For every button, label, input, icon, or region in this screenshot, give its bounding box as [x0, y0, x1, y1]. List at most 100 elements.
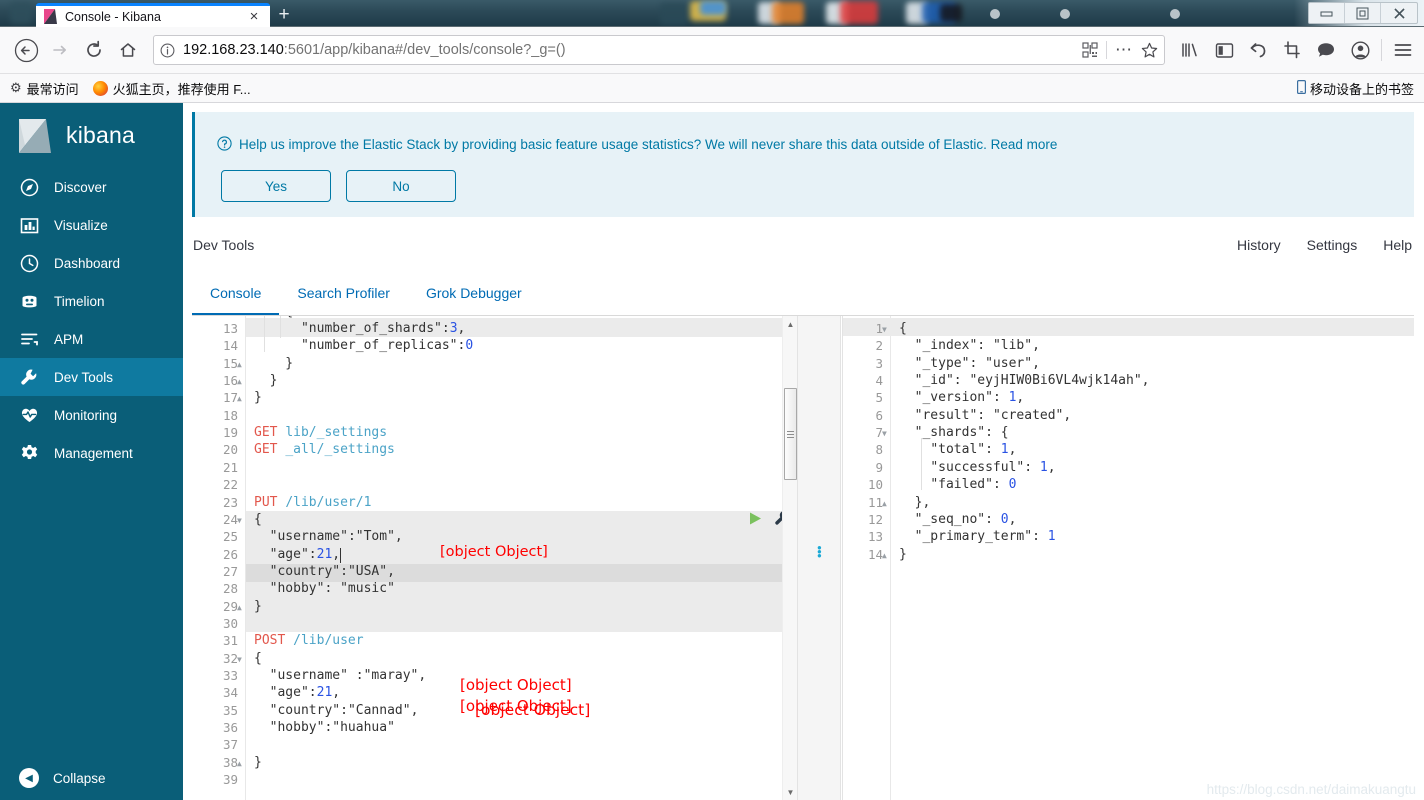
apm-icon: [19, 329, 40, 350]
tab-search-profiler[interactable]: Search Profiler: [279, 271, 408, 315]
line-number: 38: [222, 754, 238, 770]
fold-up-icon[interactable]: ▲: [237, 759, 245, 768]
sidebar-icon[interactable]: [1207, 33, 1241, 67]
code-line[interactable]: }: [254, 390, 262, 405]
chat-bubble-icon[interactable]: [1309, 33, 1343, 67]
sidebar-item-management[interactable]: Management: [0, 434, 183, 472]
code-line[interactable]: "hobby":"huahua": [254, 720, 395, 735]
code-line[interactable]: }: [254, 599, 262, 614]
sidebar-item-monitoring[interactable]: Monitoring: [0, 396, 183, 434]
bookmark-item-firefox-home[interactable]: 火狐主页，推荐使用 F...: [92, 79, 251, 98]
sidebar-item-dev-tools[interactable]: Dev Tools: [0, 358, 183, 396]
code-line[interactable]: }: [254, 373, 278, 388]
code-line[interactable]: "_seq_no": 0,: [899, 512, 1017, 527]
fold-down-icon[interactable]: ▼: [882, 325, 890, 334]
scroll-up-arrow-icon[interactable]: ▲: [783, 316, 797, 332]
scrollbar-thumb[interactable]: [784, 388, 797, 480]
code-line[interactable]: "_primary_term": 1: [899, 529, 1056, 544]
code-line[interactable]: "username":"Tom",: [254, 529, 403, 544]
code-line[interactable]: "_id": "eyjHIW0Bi6VL4wjk14ah",: [899, 373, 1150, 388]
code-line[interactable]: "_version": 1,: [899, 390, 1025, 405]
code-line[interactable]: }: [899, 547, 907, 562]
bookmark-item-mobile[interactable]: 移动设备上的书签: [1296, 79, 1414, 98]
sidebar-item-dashboard[interactable]: Dashboard: [0, 244, 183, 282]
code-line[interactable]: "result": "created",: [899, 408, 1072, 423]
ellipsis-icon[interactable]: ⋯: [1115, 41, 1133, 58]
code-line[interactable]: "total": 1,: [899, 442, 1016, 457]
forward-arrow-icon[interactable]: [43, 33, 77, 67]
code-line[interactable]: "number_of_replicas":0: [254, 338, 473, 353]
reload-icon[interactable]: [77, 33, 111, 67]
request-editor[interactable]: 13 "number_of_shards":3, 14 "number_of_re…: [192, 316, 797, 800]
hamburger-menu-icon[interactable]: [1386, 33, 1420, 67]
new-tab-button[interactable]: +: [272, 5, 296, 27]
fold-up-icon[interactable]: ▲: [237, 394, 245, 403]
code-line[interactable]: "age":21,: [254, 547, 340, 562]
fold-up-icon[interactable]: ▲: [237, 377, 245, 386]
code-line[interactable]: PUT /lib/user/1: [254, 495, 371, 510]
tab-grok-debugger[interactable]: Grok Debugger: [408, 271, 540, 315]
code-line[interactable]: "username" :"maray",: [254, 668, 427, 683]
response-editor-surface[interactable]: 1 ▼{2 "_index": "lib", 3 "_type": "user", 4…: [843, 316, 1414, 800]
screenshot-icon[interactable]: [1275, 33, 1309, 67]
settings-link[interactable]: Settings: [1307, 237, 1358, 253]
sidebar-item-apm[interactable]: APM: [0, 320, 183, 358]
telemetry-no-button[interactable]: No: [346, 170, 456, 202]
history-link[interactable]: History: [1237, 237, 1281, 253]
code-line[interactable]: "failed": 0: [899, 477, 1016, 492]
sidebar-item-discover[interactable]: Discover: [0, 168, 183, 206]
code-line[interactable]: }: [254, 755, 262, 770]
editor-scrollbar[interactable]: ▲ ▼: [782, 316, 797, 800]
fold-up-icon[interactable]: ▲: [882, 499, 890, 508]
sidebar-item-visualize[interactable]: Visualize: [0, 206, 183, 244]
star-icon[interactable]: [1141, 42, 1158, 59]
sidebar-item-timelion[interactable]: Timelion: [0, 282, 183, 320]
fold-up-icon[interactable]: ▲: [882, 551, 890, 560]
fold-down-icon[interactable]: ▼: [237, 516, 245, 525]
drag-handle-dots-icon[interactable]: ● ● ●: [817, 544, 822, 560]
code-line[interactable]: {: [899, 321, 907, 336]
code-line[interactable]: "_index": "lib",: [899, 338, 1040, 353]
library-icon[interactable]: [1173, 33, 1207, 67]
fold-down-icon[interactable]: ▼: [882, 429, 890, 438]
close-icon[interactable]: ×: [246, 9, 262, 24]
code-line[interactable]: GET _all/_settings: [254, 442, 395, 457]
back-arrow-icon[interactable]: [9, 33, 43, 67]
code-line[interactable]: "_type": "user",: [899, 356, 1040, 371]
code-line[interactable]: "successful": 1,: [899, 460, 1055, 475]
help-link[interactable]: Help: [1383, 237, 1412, 253]
code-line[interactable]: {: [254, 651, 262, 666]
response-viewer[interactable]: 1 ▼{2 "_index": "lib", 3 "_type": "user", 4…: [842, 316, 1414, 800]
qrcode-icon[interactable]: [1082, 42, 1098, 58]
code-line[interactable]: POST /lib/user: [254, 633, 364, 648]
url-bar[interactable]: 192.168.23.140:5601/app/kibana#/dev_tool…: [153, 35, 1165, 65]
run-request-play-icon[interactable]: [748, 511, 763, 530]
code-line[interactable]: }: [254, 356, 293, 371]
fold-up-icon[interactable]: ▲: [237, 603, 245, 612]
code-line[interactable]: },: [899, 495, 931, 510]
bookmark-item-most-visited[interactable]: ⚙ 最常访问: [10, 79, 79, 98]
fold-up-icon[interactable]: ▲: [237, 360, 245, 369]
undo-arrow-icon[interactable]: [1241, 33, 1275, 67]
browser-tab[interactable]: Console - Kibana ×: [36, 3, 270, 27]
account-icon[interactable]: [1343, 33, 1377, 67]
url-text[interactable]: 192.168.23.140:5601/app/kibana#/dev_tool…: [183, 42, 1074, 58]
code-line[interactable]: {: [254, 512, 262, 527]
code-line[interactable]: "age":21,: [254, 685, 340, 700]
scroll-down-arrow-icon[interactable]: ▼: [783, 784, 797, 800]
code-line[interactable]: "number_of_shards":3,: [254, 321, 465, 336]
code-line[interactable]: "hobby": "music": [254, 581, 395, 596]
pane-divider[interactable]: ● ● ●: [797, 316, 841, 800]
info-circle-icon[interactable]: [160, 43, 175, 58]
code-line[interactable]: "country":"USA",: [254, 564, 395, 579]
sidebar-collapse-button[interactable]: ◀ Collapse: [0, 756, 183, 800]
code-line[interactable]: "country":"Cannad",: [254, 703, 419, 718]
request-editor-surface[interactable]: 13 "number_of_shards":3, 14 "number_of_re…: [192, 316, 797, 800]
telemetry-yes-button[interactable]: Yes: [221, 170, 331, 202]
home-icon[interactable]: [111, 33, 145, 67]
code-line[interactable]: GET lib/_settings: [254, 425, 387, 440]
fold-down-icon[interactable]: ▼: [237, 655, 245, 664]
timelion-icon: [19, 291, 40, 312]
code-line[interactable]: "_shards": {: [899, 425, 1009, 440]
tab-console[interactable]: Console: [192, 271, 279, 315]
